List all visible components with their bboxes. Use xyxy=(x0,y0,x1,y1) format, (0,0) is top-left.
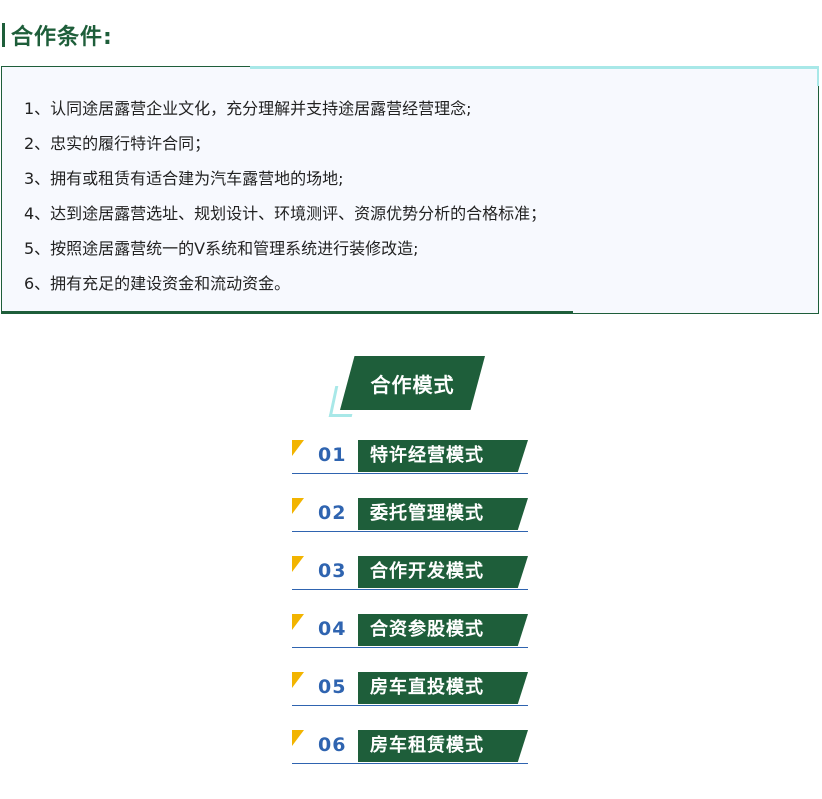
modes-heading: 合作模式 xyxy=(328,356,492,417)
condition-item: 4、达到途居露营选址、规划设计、环境测评、资源优势分析的合格标准； xyxy=(24,204,547,223)
mode-label: 委托管理模式 xyxy=(358,498,528,530)
triangle-icon xyxy=(292,672,304,688)
mode-number: 06 xyxy=(318,734,347,756)
condition-item: 3、拥有或租赁有适合建为汽车露营地的场地; xyxy=(24,169,344,188)
condition-item: 2、忠实的履行特许合同； xyxy=(24,134,211,153)
mode-underline xyxy=(292,589,528,590)
mode-underline xyxy=(292,763,528,764)
condition-item: 5、按照途居露营统一的V系统和管理系统进行装修改造; xyxy=(24,239,419,258)
mode-item-04: 04 合资参股模式 xyxy=(292,614,532,648)
triangle-icon xyxy=(292,730,304,746)
mode-underline xyxy=(292,531,528,532)
mode-label: 合作开发模式 xyxy=(358,556,528,588)
mode-number: 04 xyxy=(318,618,347,640)
section-header: 合作条件: xyxy=(2,18,113,52)
panel-bottom-accent xyxy=(1,311,573,314)
mode-underline xyxy=(292,473,528,474)
mode-item-06: 06 房车租赁模式 xyxy=(292,730,532,764)
conditions-list: 1、认同途居露营企业文化，充分理解并支持途居露营经营理念; 2、忠实的履行特许合… xyxy=(2,67,818,301)
panel-top-accent xyxy=(250,66,819,69)
mode-item-03: 03 合作开发模式 xyxy=(292,556,532,590)
section-title: 合作条件: xyxy=(11,25,113,50)
triangle-icon xyxy=(292,440,304,456)
mode-label: 特许经营模式 xyxy=(358,440,528,472)
conditions-panel: 1、认同途居露营企业文化，充分理解并支持途居露营经营理念; 2、忠实的履行特许合… xyxy=(1,66,819,314)
modes-list: 01 特许经营模式 02 委托管理模式 03 合作开发模式 04 合资参股模式 … xyxy=(292,440,532,788)
condition-item: 1、认同途居露营企业文化，充分理解并支持途居露营经营理念; xyxy=(24,99,472,118)
mode-number: 05 xyxy=(318,676,347,698)
mode-item-02: 02 委托管理模式 xyxy=(292,498,532,532)
section-marker xyxy=(2,23,5,47)
mode-item-05: 05 房车直投模式 xyxy=(292,672,532,706)
modes-heading-banner: 合作模式 xyxy=(340,356,485,410)
mode-label: 房车租赁模式 xyxy=(358,730,528,762)
mode-number: 03 xyxy=(318,560,347,582)
mode-number: 02 xyxy=(318,502,347,524)
condition-item: 6、拥有充足的建设资金和流动资金。 xyxy=(24,274,291,293)
panel-right-accent xyxy=(817,66,819,86)
triangle-icon xyxy=(292,556,304,572)
triangle-icon xyxy=(292,498,304,514)
mode-number: 01 xyxy=(318,444,347,466)
mode-underline xyxy=(292,705,528,706)
mode-label: 合资参股模式 xyxy=(358,614,528,646)
triangle-icon xyxy=(292,614,304,630)
mode-underline xyxy=(292,647,528,648)
mode-item-01: 01 特许经营模式 xyxy=(292,440,532,474)
mode-label: 房车直投模式 xyxy=(358,672,528,704)
